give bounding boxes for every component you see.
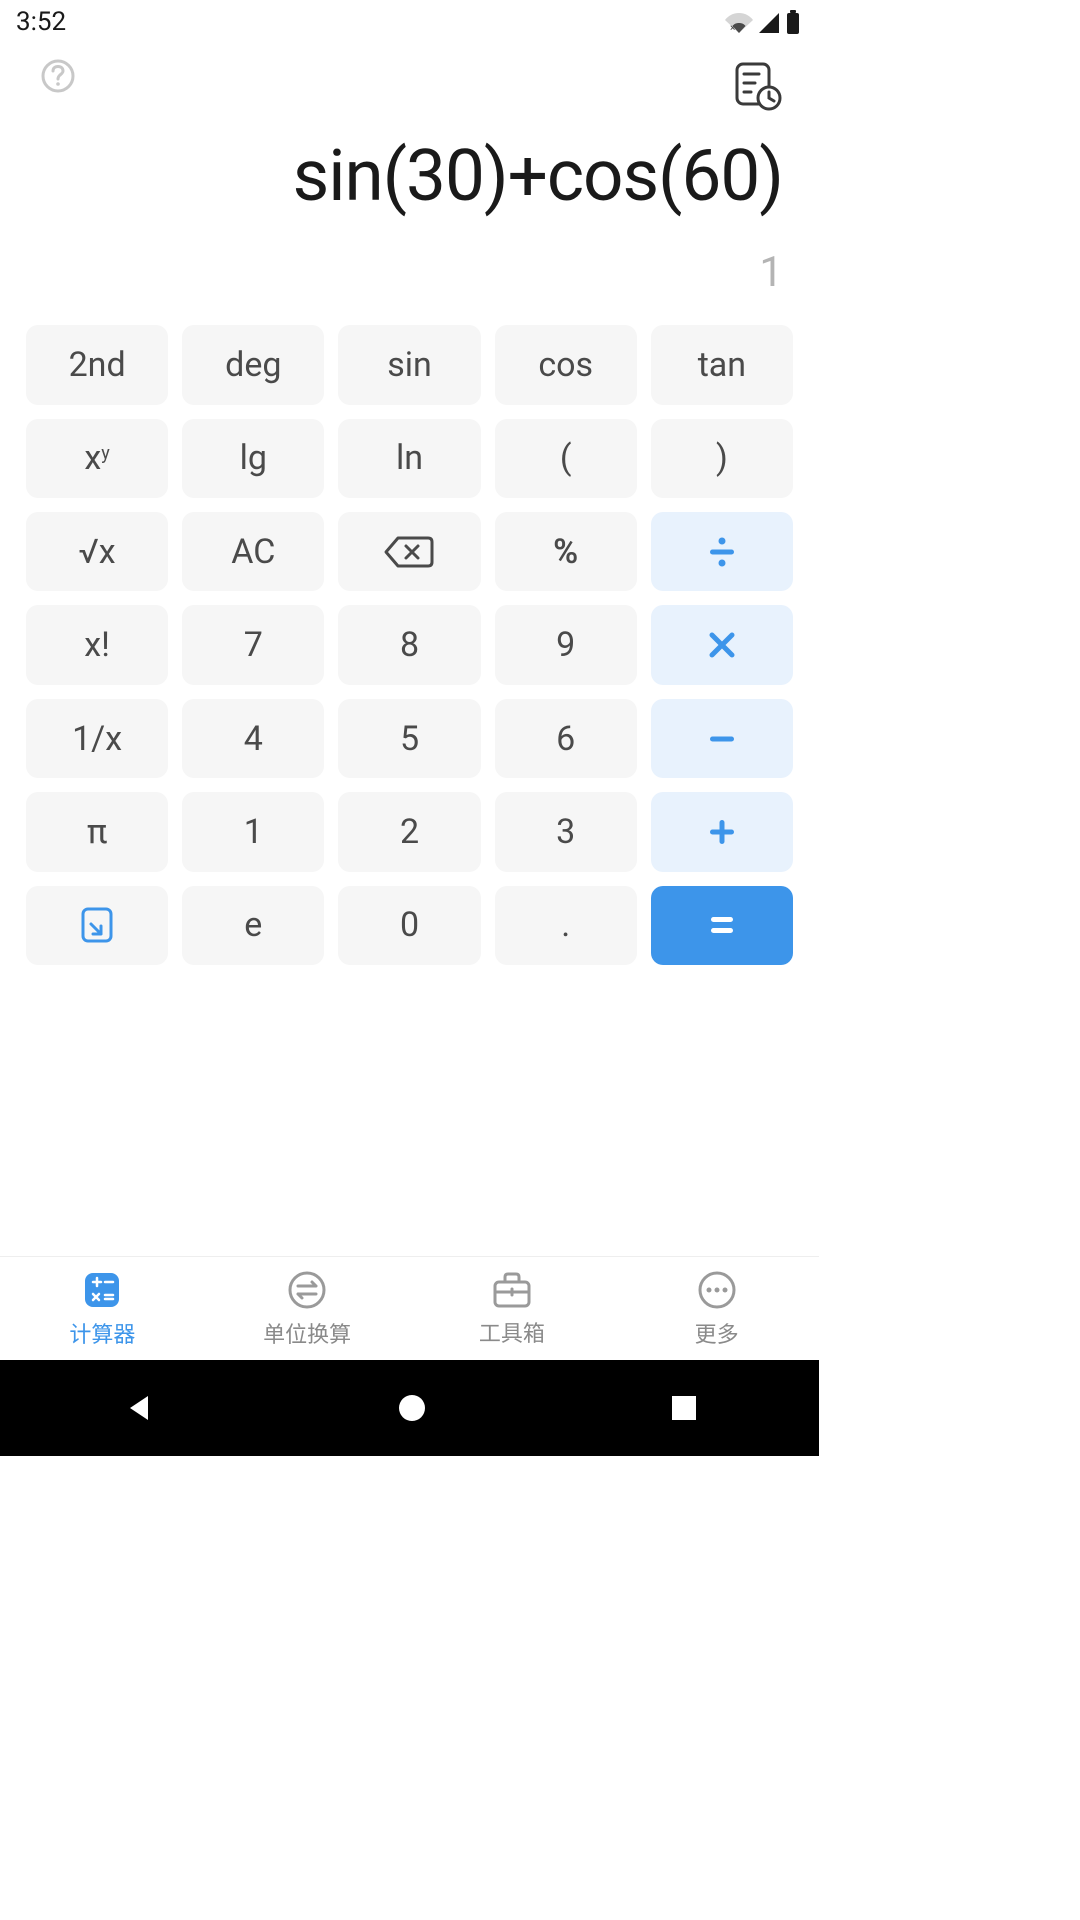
- system-nav-bar: [0, 1360, 819, 1456]
- more-icon: [696, 1269, 738, 1311]
- key-pi[interactable]: π: [26, 792, 168, 871]
- key-sqrt[interactable]: √x: [26, 512, 168, 591]
- key-1[interactable]: 1: [182, 792, 324, 871]
- key-7[interactable]: 7: [182, 605, 324, 684]
- key-close-paren[interactable]: ): [651, 419, 793, 498]
- key-5[interactable]: 5: [338, 699, 480, 778]
- wifi-off-icon: ×: [725, 11, 753, 33]
- minus-icon: [706, 723, 738, 755]
- key-backspace[interactable]: [338, 512, 480, 591]
- key-2nd[interactable]: 2nd: [26, 325, 168, 404]
- plus-icon: [706, 816, 738, 848]
- status-icons: ×: [725, 10, 801, 34]
- tab-label: 工具箱: [479, 1316, 545, 1348]
- nav-home-icon: [396, 1392, 428, 1424]
- key-6[interactable]: 6: [495, 699, 637, 778]
- key-divide[interactable]: [651, 512, 793, 591]
- key-e[interactable]: e: [182, 886, 324, 965]
- key-9[interactable]: 9: [495, 605, 637, 684]
- keypad: 2nd deg sin cos tan xy lg ln ( ) √x AC %: [0, 325, 819, 965]
- battery-icon: [785, 10, 801, 34]
- nav-recent-button[interactable]: [669, 1393, 699, 1423]
- expression-display: sin(30)+cos(60): [36, 138, 783, 216]
- backspace-icon: [384, 535, 434, 569]
- bottom-tabs: 计算器 单位换算 工具箱: [0, 1256, 819, 1360]
- key-8[interactable]: 8: [338, 605, 480, 684]
- tab-calculator[interactable]: 计算器: [0, 1257, 205, 1360]
- toolbox-icon: [490, 1270, 534, 1310]
- key-cos[interactable]: cos: [495, 325, 637, 404]
- cellular-icon: [757, 11, 781, 33]
- history-icon: [729, 58, 783, 112]
- collapse-icon: [77, 905, 117, 945]
- key-3[interactable]: 3: [495, 792, 637, 871]
- help-icon: [40, 58, 76, 94]
- key-0[interactable]: 0: [338, 886, 480, 965]
- key-deg[interactable]: deg: [182, 325, 324, 404]
- key-ln[interactable]: ln: [338, 419, 480, 498]
- key-minus[interactable]: [651, 699, 793, 778]
- key-2[interactable]: 2: [338, 792, 480, 871]
- key-reciprocal[interactable]: 1/x: [26, 699, 168, 778]
- key-lg[interactable]: lg: [182, 419, 324, 498]
- nav-recent-icon: [669, 1393, 699, 1423]
- key-factorial[interactable]: x!: [26, 605, 168, 684]
- svg-text:×: ×: [730, 23, 735, 33]
- tab-toolbox[interactable]: 工具箱: [410, 1257, 615, 1360]
- nav-back-icon: [120, 1390, 156, 1426]
- convert-icon: [286, 1269, 328, 1311]
- multiply-icon: [706, 629, 738, 661]
- key-equals[interactable]: [651, 886, 793, 965]
- tab-label: 单位换算: [263, 1317, 351, 1349]
- display: sin(30)+cos(60) 1: [0, 132, 819, 297]
- tab-label: 计算器: [69, 1317, 135, 1349]
- calculator-icon: [81, 1269, 123, 1311]
- tab-label: 更多: [695, 1317, 739, 1349]
- help-button[interactable]: [40, 58, 76, 94]
- nav-home-button[interactable]: [396, 1392, 428, 1424]
- equals-icon: [706, 909, 738, 941]
- key-collapse[interactable]: [26, 886, 168, 965]
- divide-icon: [704, 534, 740, 570]
- key-ac[interactable]: AC: [182, 512, 324, 591]
- nav-back-button[interactable]: [120, 1390, 156, 1426]
- key-4[interactable]: 4: [182, 699, 324, 778]
- key-tan[interactable]: tan: [651, 325, 793, 404]
- key-plus[interactable]: [651, 792, 793, 871]
- tab-more[interactable]: 更多: [614, 1257, 819, 1360]
- status-bar: 3:52 ×: [0, 0, 819, 44]
- key-sin[interactable]: sin: [338, 325, 480, 404]
- status-time: 3:52: [16, 7, 66, 37]
- tab-unit-convert[interactable]: 单位换算: [205, 1257, 410, 1360]
- key-power[interactable]: xy: [26, 419, 168, 498]
- header: [0, 44, 819, 132]
- key-dot[interactable]: .: [495, 886, 637, 965]
- history-button[interactable]: [729, 58, 783, 112]
- key-open-paren[interactable]: (: [495, 419, 637, 498]
- result-display: 1: [36, 248, 783, 297]
- key-multiply[interactable]: [651, 605, 793, 684]
- key-percent[interactable]: %: [495, 512, 637, 591]
